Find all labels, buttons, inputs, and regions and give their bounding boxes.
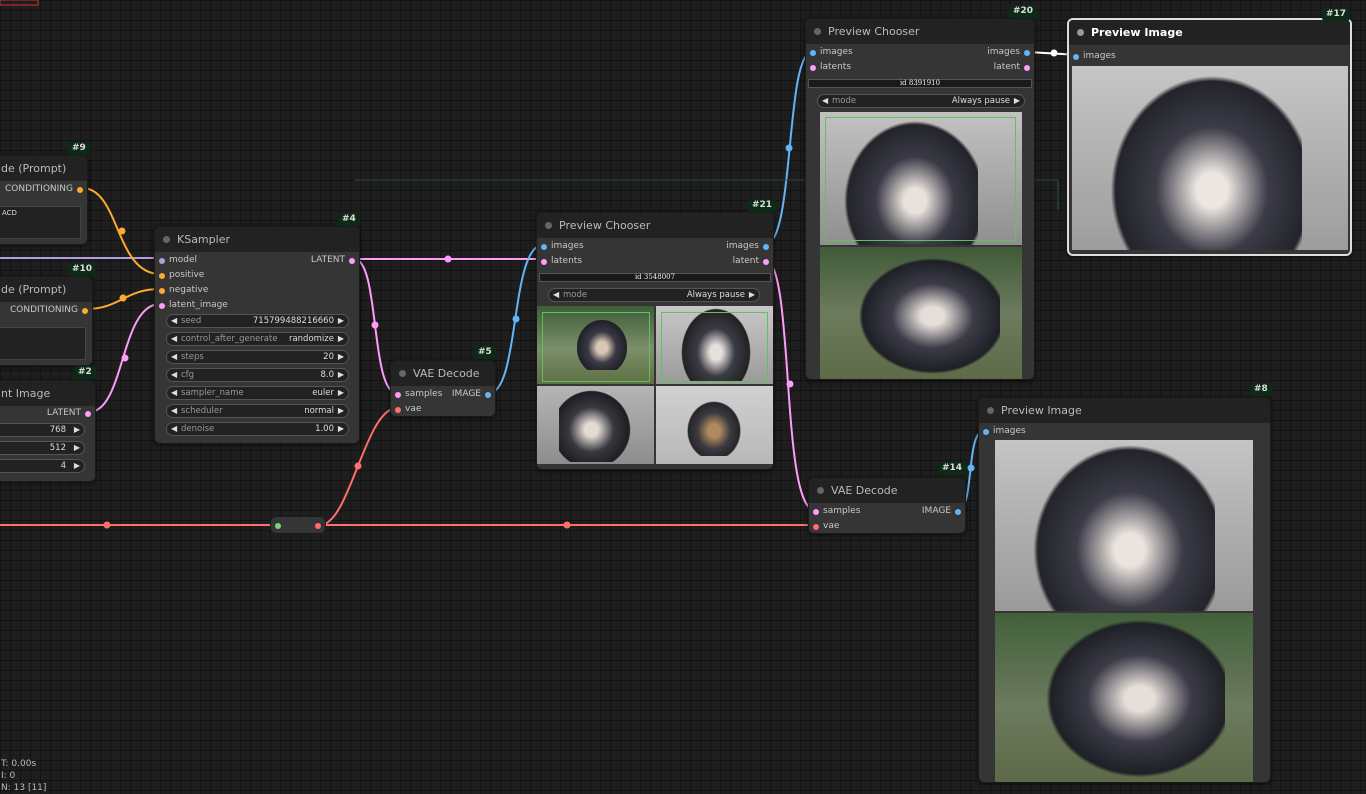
preview-grid[interactable]: [537, 306, 773, 464]
wire-positive: [81, 187, 161, 275]
output-images[interactable]: images: [987, 45, 1034, 60]
output-conditioning[interactable]: CONDITIONING: [5, 182, 87, 197]
node-title[interactable]: VAE Decode: [809, 478, 965, 503]
ksampler-node[interactable]: KSampler model positive negative latent_…: [154, 226, 360, 444]
selected-frame-1: [542, 312, 650, 382]
input-samples[interactable]: samples: [391, 387, 442, 402]
clip-text-encode-positive-node[interactable]: de (Prompt) CONDITIONING ACD: [0, 155, 88, 245]
preview-thumbnail-3[interactable]: [537, 386, 654, 464]
scheduler-widget[interactable]: ◀ scheduler normal ▶: [166, 404, 349, 418]
node-id-badge: #4: [338, 213, 360, 226]
node-title[interactable]: Preview Image: [979, 398, 1270, 423]
steps-widget[interactable]: ◀ steps 20 ▶: [166, 350, 349, 364]
reroute-node[interactable]: [270, 516, 326, 534]
clip-text-encode-negative-node[interactable]: de (Prompt) CONDITIONING: [0, 276, 93, 366]
collapse-dot[interactable]: [987, 407, 994, 414]
input-vae[interactable]: vae: [809, 519, 839, 533]
preview-image-node-8[interactable]: Preview Image images: [978, 397, 1271, 783]
preview-thumbnail-2[interactable]: [820, 247, 1022, 379]
node-title[interactable]: de (Prompt): [0, 156, 87, 181]
selected-frame-2: [661, 312, 768, 382]
input-latent-image[interactable]: latent_image: [155, 298, 228, 313]
output-latent[interactable]: latent: [733, 254, 773, 269]
node-id-badge: #17: [1322, 8, 1351, 21]
node-id-badge: #2: [74, 366, 96, 379]
node-id-badge: #20: [1009, 5, 1038, 18]
node-title[interactable]: VAE Decode: [391, 361, 495, 386]
collapse-dot[interactable]: [1077, 29, 1084, 36]
output-latent[interactable]: LATENT: [47, 406, 95, 421]
vae-decode-node-14[interactable]: VAE Decode samples vae IMAGE: [808, 477, 966, 534]
input-images[interactable]: images: [806, 45, 853, 60]
hud-nodes: N: 13 [11]: [1, 783, 47, 793]
node-id-badge: #8: [1250, 383, 1272, 396]
output-image[interactable]: IMAGE: [452, 387, 495, 402]
input-images[interactable]: images: [1069, 49, 1116, 64]
batch-size-widget[interactable]: 4 ▶: [0, 459, 85, 473]
collapse-dot[interactable]: [399, 370, 406, 377]
node-id-badge: #5: [474, 346, 496, 359]
node-title[interactable]: Preview Image: [1069, 20, 1350, 45]
output-latent[interactable]: LATENT: [311, 253, 359, 268]
control-after-generate-widget[interactable]: ◀ control_after_generate randomize ▶: [166, 332, 349, 346]
input-negative[interactable]: negative: [155, 283, 208, 298]
input-model[interactable]: model: [155, 253, 197, 268]
output-image[interactable]: IMAGE: [922, 504, 965, 519]
input-samples[interactable]: samples: [809, 504, 860, 519]
vae-decode-node-5[interactable]: VAE Decode samples vae IMAGE: [390, 360, 496, 417]
input-images[interactable]: images: [979, 424, 1026, 439]
width-widget[interactable]: 768 ▶: [0, 423, 85, 437]
node-title[interactable]: de (Prompt): [0, 277, 92, 302]
output-conditioning[interactable]: CONDITIONING: [10, 303, 92, 318]
hud-iterations: I: 0: [1, 771, 16, 781]
node-title[interactable]: KSampler: [155, 227, 359, 252]
input-images[interactable]: images: [537, 239, 584, 254]
node-id-badge: #10: [68, 263, 97, 276]
seed-widget[interactable]: ◀ seed 715799488216660 ▶: [166, 314, 349, 328]
mode-widget[interactable]: ◀ mode Always pause ▶: [817, 94, 1025, 108]
hud-time: T: 0.00s: [1, 759, 37, 769]
output-images[interactable]: images: [726, 239, 773, 254]
sampler-name-widget[interactable]: ◀ sampler_name euler ▶: [166, 386, 349, 400]
chooser-id-label: id 8391910: [808, 79, 1032, 88]
prompt-textarea[interactable]: ACD: [0, 206, 81, 239]
reroute-output-pin[interactable]: [315, 523, 321, 529]
input-positive[interactable]: positive: [155, 268, 204, 283]
cfg-widget[interactable]: ◀ cfg 8.0 ▶: [166, 368, 349, 382]
prompt-textarea[interactable]: [0, 327, 86, 360]
selected-frame: [825, 117, 1016, 241]
preview-image-node-17[interactable]: Preview Image images: [1067, 18, 1352, 256]
collapse-dot[interactable]: [814, 28, 821, 35]
wire-latent-image: [88, 303, 161, 413]
preview-chooser-node-21[interactable]: Preview Chooser images latents images la…: [536, 212, 774, 470]
denoise-widget[interactable]: ◀ denoise 1.00 ▶: [166, 422, 349, 436]
collapse-dot[interactable]: [817, 487, 824, 494]
preview-image[interactable]: [1072, 66, 1348, 250]
preview-image-1[interactable]: [995, 440, 1253, 611]
input-latents[interactable]: latents: [806, 60, 851, 75]
height-widget[interactable]: 512 ▶: [0, 441, 85, 455]
mode-widget[interactable]: ◀ mode Always pause ▶: [548, 288, 760, 302]
stats-hud: T: 0.00s I: 0 N: 13 [11]: [1, 758, 46, 794]
chooser-id-label: id 3548007: [539, 273, 771, 282]
input-vae[interactable]: vae: [391, 402, 421, 416]
collapse-dot[interactable]: [545, 222, 552, 229]
collapse-dot[interactable]: [163, 236, 170, 243]
wire-vae5-chooser21: [488, 244, 544, 394]
node-id-badge: #21: [748, 199, 777, 212]
node-id-badge: #9: [68, 142, 90, 155]
empty-latent-image-node[interactable]: nt Image LATENT 768 ▶ 512 ▶ 4 ▶: [0, 380, 96, 482]
wire-negative: [85, 288, 161, 310]
node-title[interactable]: Preview Chooser: [537, 213, 773, 238]
node-title[interactable]: nt Image: [0, 381, 95, 406]
node-id-badge: #14: [938, 462, 967, 475]
node-title[interactable]: Preview Chooser: [806, 19, 1034, 44]
output-latent[interactable]: latent: [994, 60, 1034, 75]
preview-thumbnail-4[interactable]: [656, 386, 773, 464]
preview-image-2[interactable]: [995, 613, 1253, 782]
reroute-input-pin[interactable]: [275, 523, 281, 529]
preview-chooser-node-20[interactable]: Preview Chooser images latents images la…: [805, 18, 1035, 380]
input-latents[interactable]: latents: [537, 254, 582, 269]
